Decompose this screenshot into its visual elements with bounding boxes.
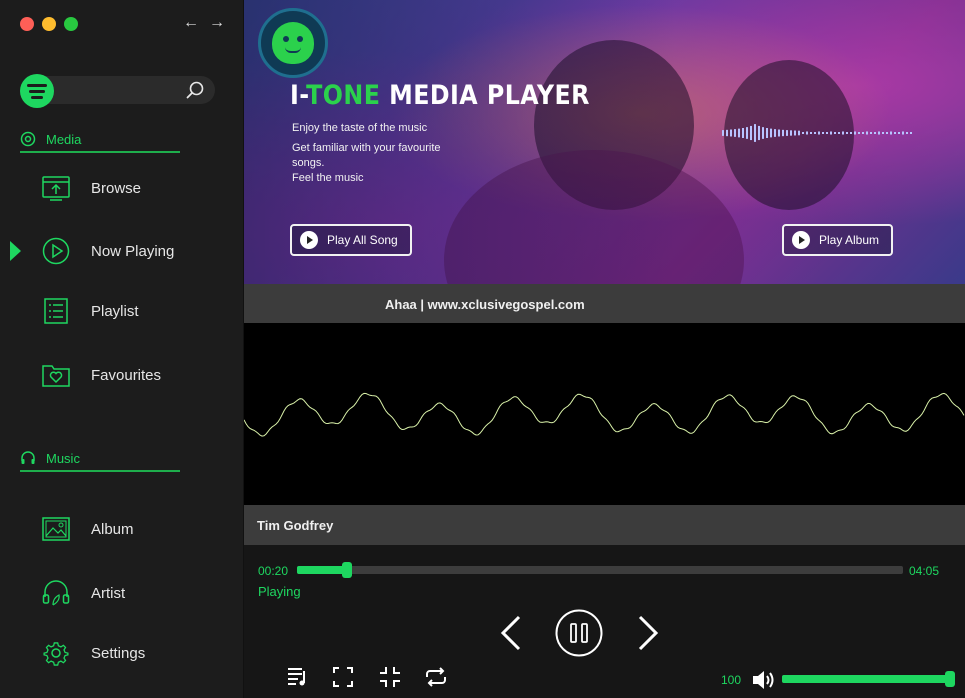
headphones-icon [21, 451, 35, 464]
elapsed-time: 00:20 [258, 564, 289, 578]
sidebar-item-artist[interactable]: Artist [40, 575, 230, 611]
spotify-logo-icon [20, 74, 54, 108]
banner-tagline: Enjoy the taste of the music Get familia… [292, 121, 472, 186]
music-section-header: Music [20, 446, 180, 472]
history-nav: ← → [183, 14, 225, 32]
hero-banner: I-TONE MEDIA PLAYER Enjoy the taste of t… [244, 0, 965, 284]
volume-level: 100 [721, 673, 742, 687]
track-title: Ahaa | www.xclusivegospel.com [385, 296, 585, 312]
sidebar-item-now-playing[interactable]: Now Playing [40, 233, 230, 269]
volume-handle[interactable] [945, 671, 955, 687]
sidebar-item-playlist[interactable]: Playlist [40, 293, 230, 329]
media-section-label: Media [46, 131, 82, 147]
sidebar-item-album[interactable]: Album [40, 511, 230, 547]
app-logo [258, 8, 328, 78]
waveform-line [243, 392, 965, 437]
volume-slider[interactable] [782, 671, 955, 687]
sidebar-item-favourites[interactable]: Favourites [40, 357, 230, 393]
previous-track-icon[interactable] [499, 615, 523, 651]
playback-status: Playing [258, 584, 301, 599]
pause-button[interactable] [555, 609, 603, 657]
equalizer-graphic [722, 124, 912, 142]
sidebar-item-label: Artist [91, 584, 126, 602]
waveform-visualizer [243, 323, 965, 505]
browse-icon [40, 172, 72, 204]
sidebar-item-label: Browse [91, 179, 142, 197]
play-icon [300, 231, 318, 249]
album-image-icon [40, 513, 72, 545]
close-window-button[interactable] [20, 17, 34, 31]
gear-icon [40, 637, 72, 669]
tagline-line: Enjoy the taste of the music [292, 122, 428, 134]
playlist-icon [40, 295, 72, 327]
media-disc-icon [20, 131, 36, 147]
window-controls [20, 17, 78, 31]
sidebar-item-browse[interactable]: Browse [40, 170, 230, 206]
sidebar-item-label: Favourites [91, 366, 162, 384]
volume-fill [782, 675, 950, 683]
play-circle-icon [40, 235, 72, 267]
total-duration: 04:05 [909, 564, 940, 578]
queue-list-icon[interactable] [286, 665, 308, 687]
sidebar-item-label: Settings [91, 644, 146, 662]
sidebar-item-label: Playlist [91, 302, 139, 320]
back-arrow-icon[interactable]: ← [183, 14, 199, 32]
tagline-line: Get familiar with your favourite songs. [292, 142, 441, 169]
progress-slider[interactable] [297, 562, 903, 578]
play-icon [792, 231, 810, 249]
sidebar-item-label: Now Playing [91, 242, 175, 260]
minimize-screen-icon[interactable] [379, 666, 401, 688]
sidebar: ← → Media Browse Now Playing Playlist Fa… [0, 0, 244, 698]
tagline-line: Feel the music [292, 172, 364, 184]
progress-fill [297, 566, 347, 574]
play-album-button[interactable]: Play Album [782, 224, 894, 256]
repeat-icon[interactable] [424, 666, 448, 688]
active-item-indicator [10, 241, 21, 261]
player-controls: 00:20 04:05 Playing 100 [244, 545, 965, 698]
fullscreen-icon[interactable] [332, 666, 354, 688]
media-section-header: Media [20, 127, 180, 153]
artist-headphones-icon [40, 577, 72, 609]
app-title: I-TONE MEDIA PLAYER [290, 80, 590, 111]
volume-icon[interactable] [751, 669, 775, 691]
play-all-song-button[interactable]: Play All Song [290, 224, 412, 256]
minimize-window-button[interactable] [42, 17, 56, 31]
search-input[interactable] [20, 74, 215, 108]
favourites-folder-icon [40, 359, 72, 391]
progress-handle[interactable] [341, 562, 352, 578]
maximize-window-button[interactable] [64, 17, 78, 31]
track-title-bar: Ahaa | www.xclusivegospel.com [244, 284, 965, 324]
music-section-label: Music [46, 450, 80, 466]
artist-bar: Tim Godfrey [244, 505, 965, 545]
next-track-icon[interactable] [636, 615, 660, 651]
track-artist: Tim Godfrey [257, 517, 334, 533]
sidebar-item-settings[interactable]: Settings [40, 635, 230, 671]
forward-arrow-icon[interactable]: → [209, 14, 225, 32]
search-icon[interactable] [185, 80, 205, 100]
sidebar-item-label: Album [91, 520, 134, 538]
